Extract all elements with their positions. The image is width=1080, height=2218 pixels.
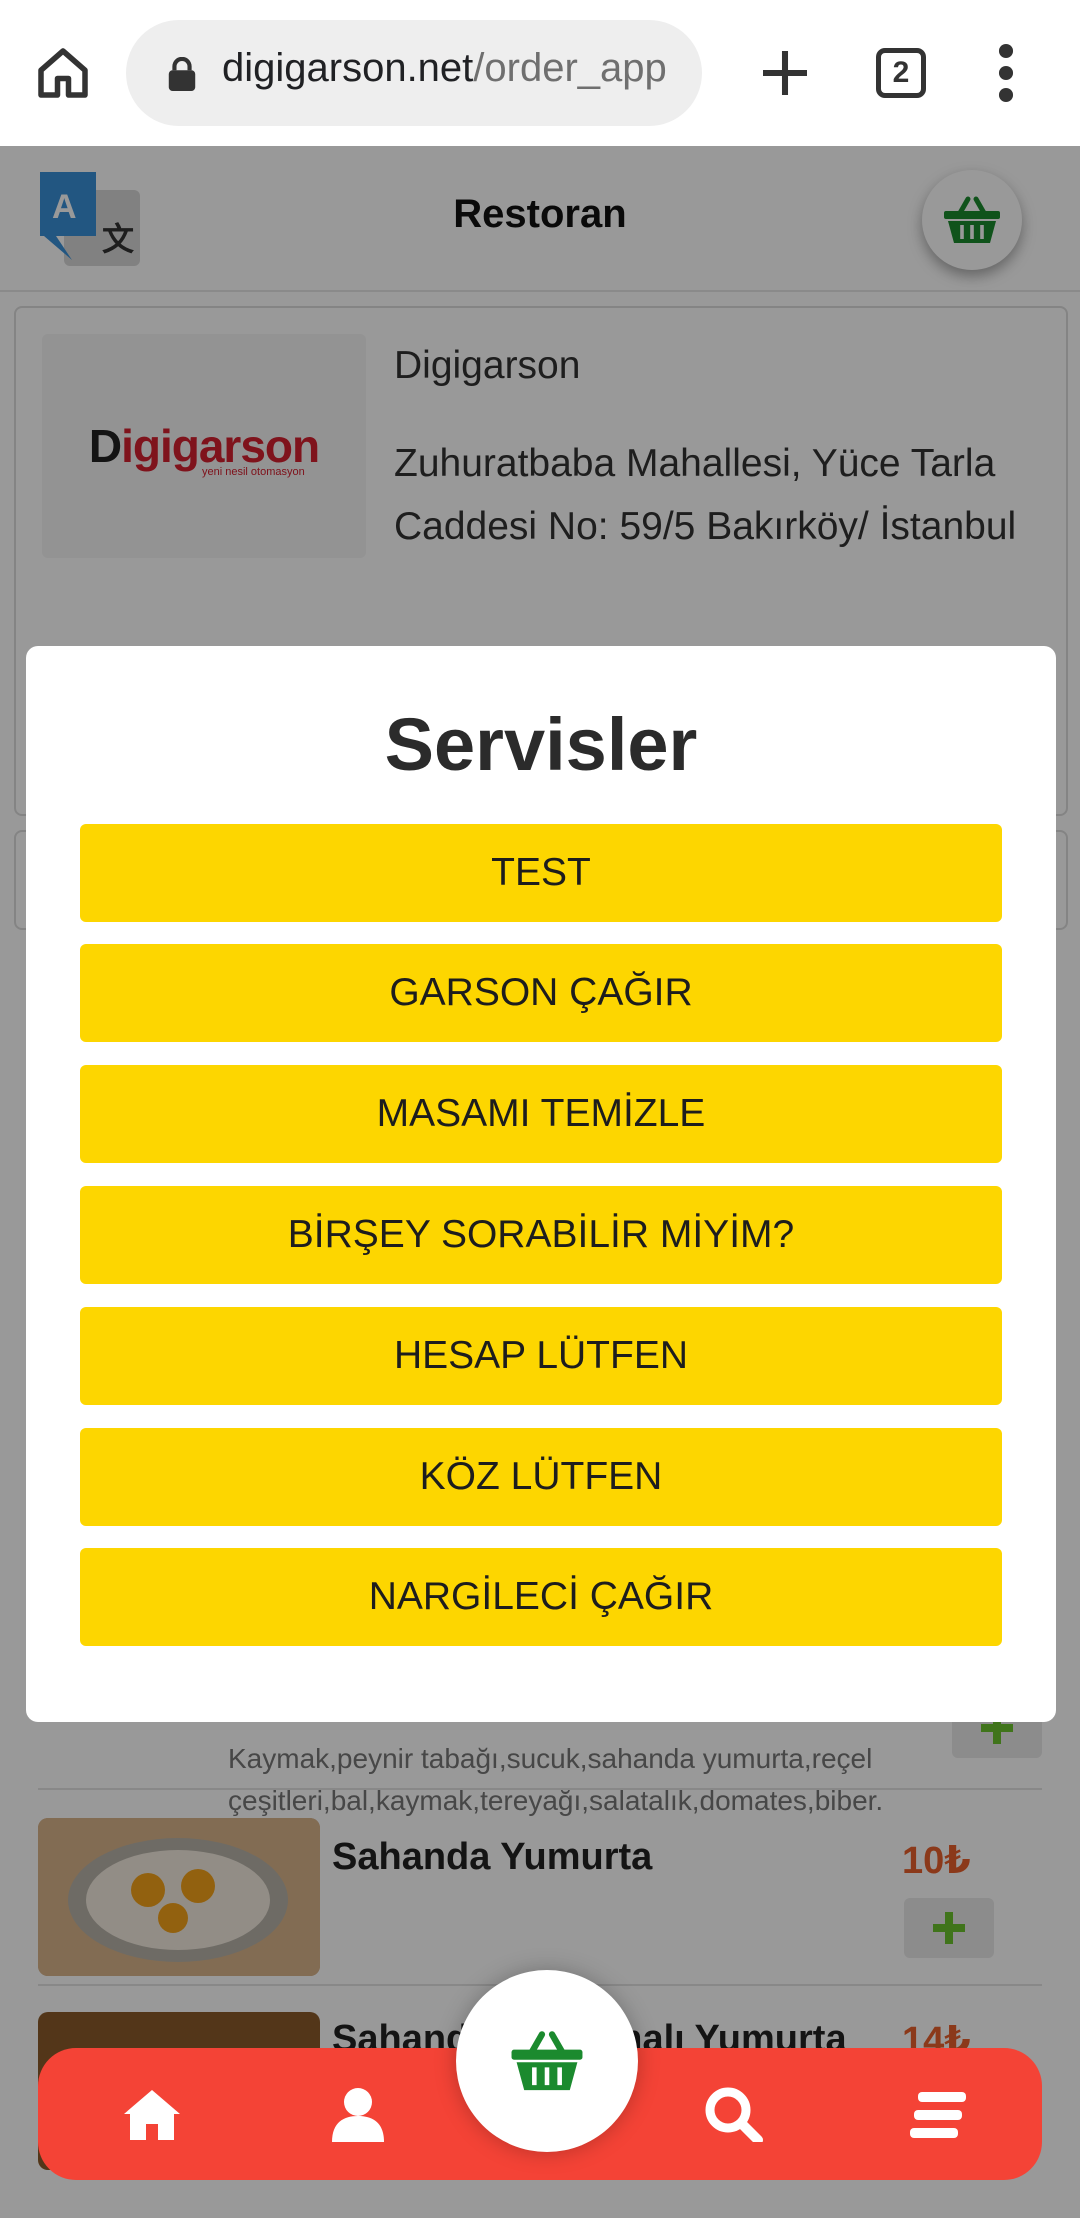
service-button-clean-table[interactable]: MASAMI TEMİZLE [80, 1065, 1002, 1163]
browser-toolbar: digigarson.net/order_app 2 [0, 0, 1080, 146]
service-button-call-hookah[interactable]: NARGİLECİ ÇAĞIR [80, 1548, 1002, 1646]
address-bar[interactable]: digigarson.net/order_app [126, 20, 702, 126]
lock-icon [168, 57, 196, 91]
url-text: digigarson.net/order_app [222, 46, 667, 90]
service-button-ask-question[interactable]: BİRŞEY SORABİLİR MİYİM? [80, 1186, 1002, 1284]
plus-icon[interactable] [752, 40, 818, 106]
menu-icon[interactable] [910, 2086, 970, 2142]
modal-title: Servisler [384, 703, 698, 786]
home-icon[interactable] [122, 2086, 182, 2142]
basket-icon [511, 2031, 583, 2091]
service-button-call-waiter[interactable]: GARSON ÇAĞIR [80, 944, 1002, 1042]
service-button-test[interactable]: TEST [80, 824, 1002, 922]
more-vert-icon[interactable] [986, 40, 1026, 106]
services-modal: Servisler TEST GARSON ÇAĞIR MASAMI TEMİZ… [26, 646, 1056, 1722]
service-button-coal[interactable]: KÖZ LÜTFEN [80, 1428, 1002, 1526]
service-button-bill[interactable]: HESAP LÜTFEN [80, 1307, 1002, 1405]
user-icon[interactable] [328, 2086, 388, 2142]
cart-fab-button[interactable] [456, 1970, 638, 2152]
home-icon[interactable] [30, 40, 96, 106]
search-icon[interactable] [704, 2086, 764, 2142]
tabs-icon[interactable]: 2 [876, 48, 926, 98]
